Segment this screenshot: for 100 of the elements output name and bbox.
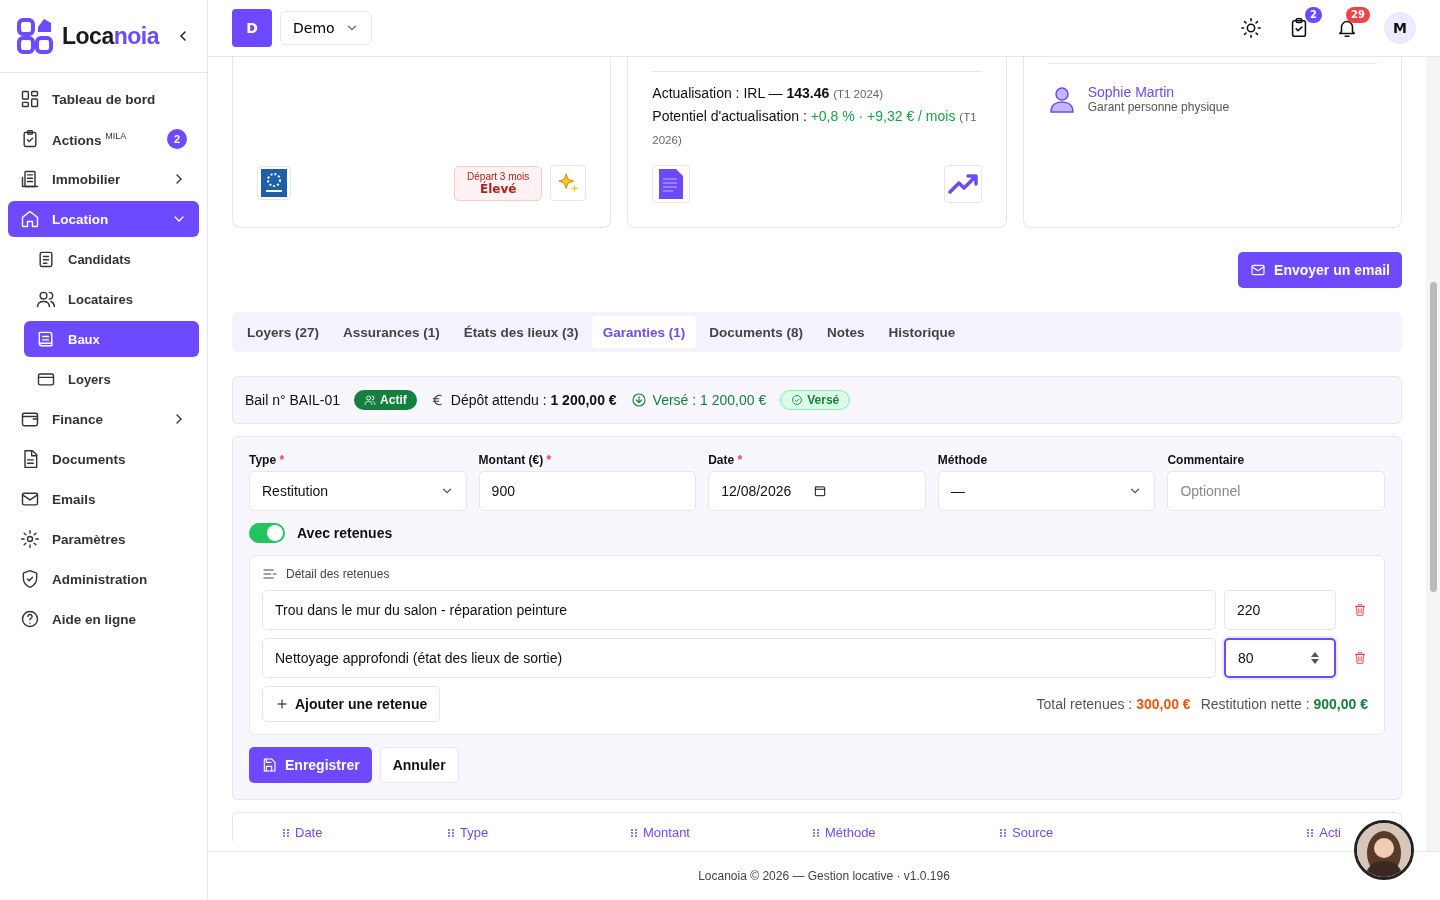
field-label: Date: [708, 453, 735, 467]
drag-handle-icon[interactable]: [1305, 828, 1316, 838]
description-field[interactable]: Nettoyage approfondi (état des lieux de sortie): [262, 638, 1216, 678]
theme-icon[interactable]: [1240, 17, 1262, 39]
drag-handle-icon[interactable]: [998, 828, 1008, 838]
description-field[interactable]: Trou dans le mur du salon - réparation peinture: [262, 590, 1216, 630]
org-avatar[interactable]: D: [232, 9, 272, 47]
clipboard-icon: [20, 129, 40, 149]
save-icon: [261, 757, 277, 773]
input-field[interactable]: Optionnel: [1167, 471, 1385, 511]
nav-item[interactable]: Locataires: [24, 281, 199, 317]
document-icon[interactable]: [652, 165, 691, 203]
field-label: Méthode: [937, 453, 988, 467]
plus-icon: [275, 697, 289, 711]
toggle-label: Avec retenues: [297, 525, 393, 541]
required-mark: *: [279, 453, 285, 467]
tab[interactable]: Notes: [815, 316, 876, 348]
spinner-icon[interactable]: [1308, 651, 1322, 665]
guarantor-role: Garant personne physique: [1087, 100, 1230, 114]
tab[interactable]: Loyers (27): [236, 316, 331, 348]
tab[interactable]: Documents (8): [698, 316, 814, 348]
nav-item[interactable]: Baux: [24, 321, 199, 357]
nav-item[interactable]: Finance: [8, 401, 199, 437]
trend-icon[interactable]: [943, 165, 982, 203]
status-badge: Actif: [354, 390, 417, 410]
nav-item[interactable]: Actions $^{MILA}$ 2: [8, 121, 199, 157]
add-deduction-button[interactable]: Ajouter une retenue: [262, 686, 441, 722]
date-field[interactable]: 12/08/2026: [708, 471, 926, 511]
total-deductions: Total retenues : 300,00 €: [1036, 696, 1191, 712]
nav-item[interactable]: Loyers: [24, 361, 199, 397]
list-icon: [262, 566, 278, 582]
building-icon: [20, 169, 40, 189]
org-selector[interactable]: Demo: [280, 11, 372, 45]
cancel-button[interactable]: Annuler: [379, 747, 459, 783]
assistant-avatar[interactable]: [1354, 820, 1414, 880]
select-field[interactable]: —: [937, 471, 1156, 511]
nav-item[interactable]: Aide en ligne: [8, 601, 199, 637]
count-badge: 2: [167, 129, 187, 149]
send-email-button[interactable]: Envoyer un email: [1238, 252, 1402, 288]
column-header[interactable]: Type: [446, 825, 629, 841]
indexation-potential: Potentiel d'actualisation : +0,8 % · +9,32 € / mois (T1 2026): [652, 107, 978, 148]
toggle-switch[interactable]: [249, 523, 285, 543]
home-icon: [20, 209, 40, 229]
check-icon: [791, 394, 804, 406]
settings-icon: [20, 529, 40, 549]
section-title: Détail des retenues: [286, 567, 390, 581]
nav-item[interactable]: Location: [8, 201, 199, 237]
logo-icon: [16, 17, 54, 55]
drag-handle-icon[interactable]: [811, 828, 821, 838]
net-refund: Restitution nette : 900,00 €: [1200, 696, 1368, 712]
euro-icon: [430, 393, 445, 407]
user-avatar[interactable]: M: [1384, 12, 1416, 44]
column-header[interactable]: Méthode: [811, 825, 998, 841]
calendar-icon[interactable]: [813, 484, 828, 498]
risk-badge: Départ 3 mois Élevé: [454, 165, 543, 201]
drag-handle-icon[interactable]: [446, 828, 456, 838]
tab[interactable]: Garanties (1): [591, 316, 697, 348]
tab[interactable]: Historique: [877, 316, 967, 348]
list-icon: [36, 249, 56, 269]
column-header[interactable]: Acti: [1305, 825, 1341, 841]
guarantor-name[interactable]: Sophie Martin: [1087, 84, 1230, 100]
people-icon: [36, 289, 56, 309]
column-header[interactable]: Date: [281, 825, 446, 841]
nav-item[interactable]: Paramètres: [8, 521, 199, 557]
brand-name: Locanoia: [62, 22, 159, 50]
nav-item[interactable]: Documents: [8, 441, 199, 477]
save-button[interactable]: Enregistrer: [249, 747, 372, 783]
column-header[interactable]: Source: [998, 825, 1306, 841]
tab[interactable]: Assurances (1): [332, 316, 451, 348]
drag-handle-icon[interactable]: [629, 828, 639, 838]
nav-item[interactable]: Candidats: [24, 241, 199, 277]
scrollbar[interactable]: [1426, 57, 1440, 851]
sparkle-icon[interactable]: [550, 165, 587, 201]
dashboard-icon: [20, 89, 40, 109]
required-mark: *: [737, 453, 743, 467]
nav-item[interactable]: Immobilier: [8, 161, 199, 197]
amount-field[interactable]: 220: [1224, 590, 1336, 630]
mail-icon: [1250, 262, 1267, 278]
count-badge: 2: [1305, 7, 1322, 23]
indexation-text: Actualisation : IRL — 143.46 (T1 2024): [652, 84, 884, 103]
tab[interactable]: États des lieux (3): [452, 316, 590, 348]
wallet-icon: [20, 409, 40, 429]
field-label: Type: [249, 453, 277, 467]
column-header[interactable]: Montant: [629, 825, 811, 841]
field-label: Commentaire: [1167, 453, 1245, 467]
shield-icon: [20, 569, 40, 589]
deposit-paid: Versé : 1 200,00 €: [652, 392, 767, 408]
deposit-expected: Dépôt attendu : 1 200,00 €: [450, 392, 617, 408]
drag-handle-icon[interactable]: [281, 828, 291, 838]
emblem-icon: [257, 166, 291, 200]
nav-item[interactable]: Administration: [8, 561, 199, 597]
select-field[interactable]: Restitution: [249, 471, 467, 511]
nav-item[interactable]: Tableau de bord: [8, 81, 199, 117]
amount-field[interactable]: 80: [1224, 638, 1336, 678]
mail-icon: [20, 489, 40, 509]
paid-badge: Versé: [780, 390, 851, 410]
nav-item[interactable]: Emails: [8, 481, 199, 517]
count-badge: 29: [1346, 7, 1370, 23]
lease-number: Bail n° BAIL-01: [245, 392, 341, 408]
input-field[interactable]: 900: [478, 471, 697, 511]
